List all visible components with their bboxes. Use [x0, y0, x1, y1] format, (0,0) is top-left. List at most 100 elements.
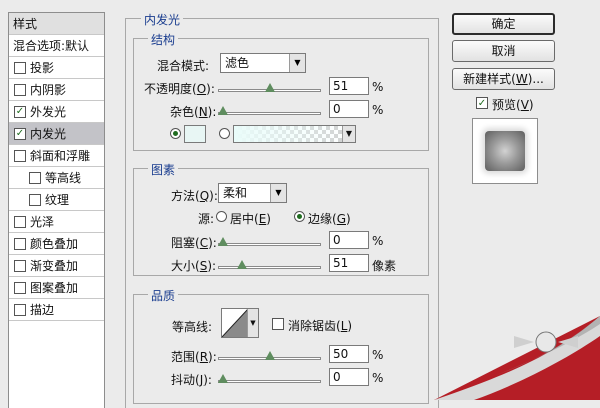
blend-mode-label: 混合模式: [157, 59, 210, 73]
range-input[interactable]: 50 [329, 345, 369, 363]
structure-title: 结构 [148, 31, 179, 48]
source-edge-label: 边缘(G) [308, 212, 351, 226]
preview-checkbox[interactable] [476, 97, 488, 109]
technique-label: 方法(Q): [171, 189, 218, 203]
style-item-checkbox[interactable] [14, 215, 26, 228]
style-item-label: 投影 [30, 61, 55, 75]
contour-label: 等高线: [172, 320, 213, 334]
style-item-label: 颜色叠加 [30, 237, 79, 251]
ok-button[interactable]: 确定 [452, 13, 555, 35]
technique-value: 柔和 [223, 186, 248, 200]
jitter-input[interactable]: 0 [329, 368, 369, 386]
gradient-picker[interactable]: ▼ [233, 125, 356, 143]
style-list-header-label: 样式 [13, 17, 38, 31]
style-item-checkbox[interactable] [14, 105, 26, 118]
panel-title: 内发光 [141, 11, 184, 28]
style-item-contour[interactable]: 等高线 [9, 167, 104, 189]
size-label: 大小(S): [171, 259, 217, 273]
style-item-inner-glow[interactable]: 内发光 [9, 123, 104, 145]
style-list-header: 样式 [9, 13, 104, 35]
size-input[interactable]: 51 [329, 254, 369, 272]
page-curl-watermark-icon [434, 316, 600, 400]
jitter-slider-thumb[interactable] [218, 374, 228, 383]
style-item-gradient-overlay[interactable]: 渐变叠加 [9, 255, 104, 277]
choke-input[interactable]: 0 [329, 231, 369, 249]
choke-unit: % [372, 234, 384, 248]
choke-slider-track[interactable] [218, 243, 321, 246]
quality-title: 品质 [148, 287, 179, 304]
style-item-pattern-overlay[interactable]: 图案叠加 [9, 277, 104, 299]
source-label: 源: [198, 212, 215, 226]
style-item-label: 光泽 [30, 215, 55, 229]
blend-mode-value: 滤色 [225, 56, 250, 70]
preview-thumbnail [485, 131, 525, 171]
anti-alias-checkbox[interactable] [272, 318, 284, 330]
opacity-input[interactable]: 51 [329, 77, 369, 95]
style-item-outer-glow[interactable]: 外发光 [9, 101, 104, 123]
style-item-checkbox[interactable] [14, 259, 26, 272]
style-item-inner-shadow[interactable]: 内阴影 [9, 79, 104, 101]
size-unit: 像素 [372, 259, 397, 273]
chevron-down-icon: ▼ [270, 184, 286, 202]
source-center-label: 居中(E) [230, 212, 271, 226]
jitter-slider-track[interactable] [218, 380, 321, 383]
style-item-label: 斜面和浮雕 [30, 149, 91, 163]
noise-unit: % [372, 103, 384, 117]
style-item-checkbox[interactable] [14, 61, 26, 74]
style-item-checkbox[interactable] [29, 193, 41, 206]
opacity-unit: % [372, 80, 384, 94]
style-item-label: 图案叠加 [30, 281, 79, 295]
range-unit: % [372, 348, 384, 362]
style-item-drop-shadow[interactable]: 投影 [9, 57, 104, 79]
chevron-down-icon: ▼ [247, 309, 258, 337]
style-item-blending-options[interactable]: 混合选项:默认 [9, 35, 104, 57]
style-item-checkbox[interactable] [14, 303, 26, 316]
style-item-satin[interactable]: 光泽 [9, 211, 104, 233]
style-item-label: 等高线 [45, 171, 82, 185]
new-style-button[interactable]: 新建样式(W)... [452, 68, 555, 90]
noise-slider-thumb[interactable] [218, 106, 228, 115]
style-item-bevel-emboss[interactable]: 斜面和浮雕 [9, 145, 104, 167]
style-item-label: 外发光 [30, 105, 67, 119]
source-edge-radio[interactable] [294, 211, 305, 222]
style-list: 样式 混合选项:默认 投影 内阴影 外发光 内发光 斜面和浮雕 等高线 纹理 光… [8, 12, 105, 408]
solid-color-radio[interactable] [170, 128, 181, 139]
blend-mode-select[interactable]: 滤色 ▼ [220, 53, 306, 73]
style-item-stroke[interactable]: 描边 [9, 299, 104, 321]
noise-slider-track[interactable] [218, 112, 321, 115]
style-item-label: 混合选项:默认 [13, 39, 90, 53]
style-item-checkbox[interactable] [14, 281, 26, 294]
cancel-button[interactable]: 取消 [452, 40, 555, 62]
style-item-checkbox[interactable] [29, 171, 41, 184]
size-slider-thumb[interactable] [236, 260, 247, 269]
gradient-radio[interactable] [219, 128, 230, 139]
chevron-down-icon: ▼ [289, 54, 305, 72]
anti-alias-label: 消除锯齿(L) [288, 319, 353, 333]
range-slider-thumb[interactable] [264, 351, 275, 360]
contour-picker[interactable]: ▼ [221, 308, 259, 338]
jitter-label: 抖动(J): [171, 373, 212, 387]
preview-label: 预览(V) [492, 98, 534, 112]
style-item-label: 内阴影 [30, 83, 67, 97]
size-slider-track[interactable] [218, 266, 321, 269]
style-item-texture[interactable]: 纹理 [9, 189, 104, 211]
style-item-color-overlay[interactable]: 颜色叠加 [9, 233, 104, 255]
noise-input[interactable]: 0 [329, 100, 369, 118]
glow-color-swatch[interactable] [184, 125, 206, 143]
style-item-checkbox[interactable] [14, 149, 26, 162]
style-item-label: 纹理 [45, 193, 70, 207]
technique-select[interactable]: 柔和 ▼ [218, 183, 287, 203]
style-item-label: 内发光 [30, 127, 67, 141]
style-item-label: 渐变叠加 [30, 259, 79, 273]
elements-title: 图素 [148, 161, 179, 178]
style-item-checkbox[interactable] [14, 237, 26, 250]
style-item-checkbox[interactable] [14, 127, 26, 140]
style-item-checkbox[interactable] [14, 83, 26, 96]
choke-slider-thumb[interactable] [218, 237, 228, 246]
chevron-down-icon: ▼ [342, 126, 355, 142]
opacity-label: 不透明度(O): [144, 82, 215, 96]
opacity-slider-thumb[interactable] [265, 83, 276, 92]
style-item-label: 描边 [30, 303, 55, 317]
jitter-unit: % [372, 371, 384, 385]
source-center-radio[interactable] [216, 211, 227, 222]
